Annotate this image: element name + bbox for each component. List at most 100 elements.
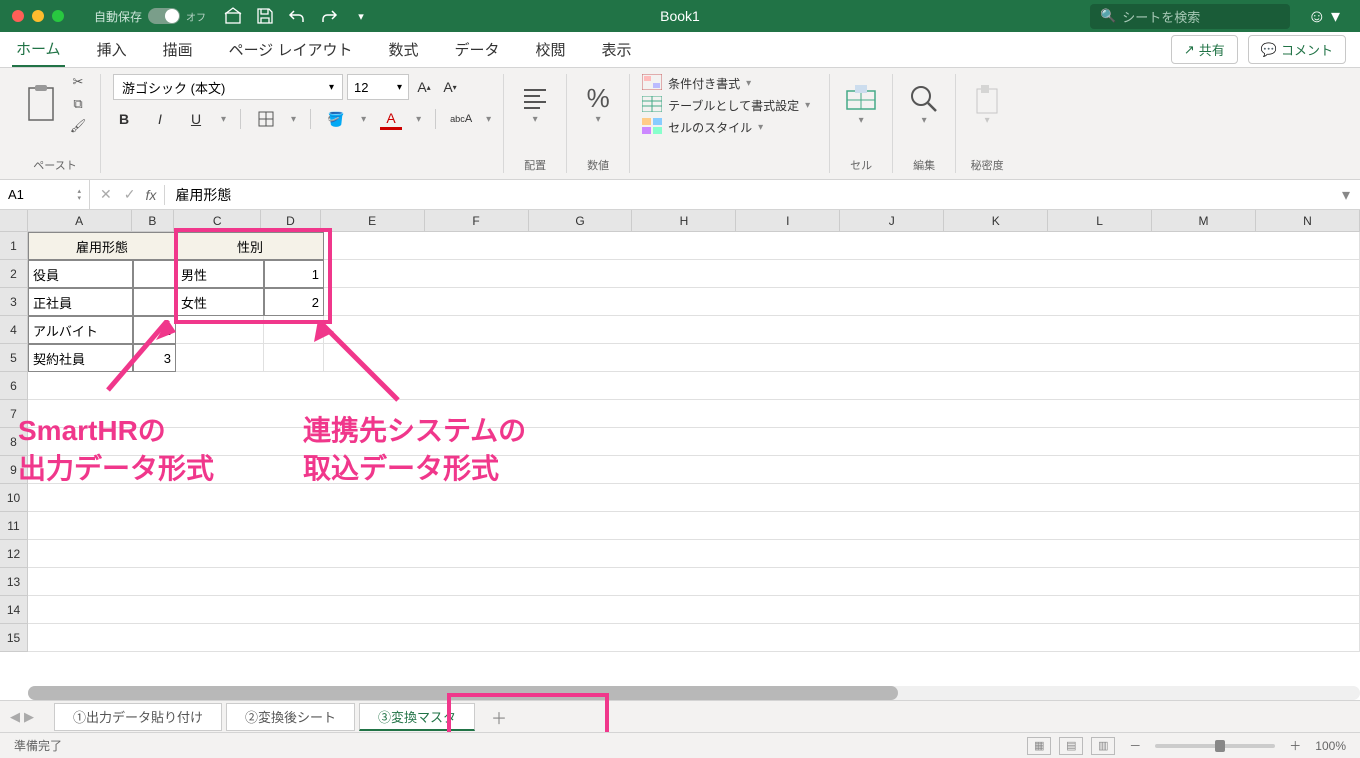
row-header[interactable]: 11	[0, 512, 28, 540]
row-header[interactable]: 8	[0, 428, 28, 456]
tab-layout[interactable]: ページ レイアウト	[225, 33, 357, 66]
spreadsheet-grid[interactable]: A B C D E F G H I J K L M N 1 2 3 4 5 6 …	[0, 210, 1360, 652]
row-header[interactable]: 2	[0, 260, 28, 288]
zoom-out-button[interactable]: －	[1129, 737, 1141, 754]
expand-formula-bar-icon[interactable]: ▾	[1332, 185, 1360, 205]
col-header[interactable]: C	[174, 210, 261, 231]
cell[interactable]	[264, 344, 324, 372]
paste-button[interactable]	[22, 74, 60, 134]
row-header[interactable]: 15	[0, 624, 28, 652]
borders-icon[interactable]	[255, 108, 277, 130]
col-header[interactable]: F	[425, 210, 529, 231]
cell[interactable]: 2	[133, 316, 176, 344]
tab-view[interactable]: 表示	[598, 33, 636, 66]
font-color-icon[interactable]: A	[380, 108, 402, 130]
col-header[interactable]: D	[261, 210, 320, 231]
tab-data[interactable]: データ	[450, 33, 503, 66]
chevron-down-icon[interactable]: ▾	[291, 114, 296, 125]
conditional-format-button[interactable]: 条件付き書式 ▾	[642, 74, 817, 92]
cell[interactable]	[28, 540, 1360, 568]
underline-button[interactable]: U	[185, 108, 207, 130]
minimize-window-icon[interactable]	[32, 10, 44, 22]
editing-button[interactable]: ▾	[905, 74, 943, 134]
alignment-button[interactable]: ▾	[516, 74, 554, 134]
chevron-down-icon[interactable]: ▾	[361, 114, 366, 125]
cell[interactable]	[28, 372, 1360, 400]
cell[interactable]	[28, 624, 1360, 652]
row-header[interactable]: 3	[0, 288, 28, 316]
col-header[interactable]: K	[944, 210, 1048, 231]
cell[interactable]	[28, 456, 1360, 484]
number-format-button[interactable]: % ▾	[579, 74, 617, 134]
row-header[interactable]: 13	[0, 568, 28, 596]
row-header[interactable]: 14	[0, 596, 28, 624]
col-header[interactable]: G	[529, 210, 633, 231]
cell[interactable]	[28, 428, 1360, 456]
chevron-down-icon[interactable]: ▾	[486, 114, 491, 125]
chevron-down-icon[interactable]: ▾	[221, 114, 226, 125]
row-header[interactable]: 6	[0, 372, 28, 400]
cut-icon[interactable]: ✂	[68, 74, 88, 90]
cell[interactable]: 1	[264, 260, 324, 288]
row-header[interactable]: 1	[0, 232, 28, 260]
zoom-level[interactable]: 100%	[1315, 739, 1346, 753]
cell[interactable]	[28, 484, 1360, 512]
col-header[interactable]: A	[28, 210, 132, 231]
row-header[interactable]: 10	[0, 484, 28, 512]
cell[interactable]	[176, 316, 264, 344]
cell[interactable]: アルバイト	[28, 316, 133, 344]
tab-draw[interactable]: 描画	[159, 33, 197, 66]
formula-input[interactable]: 雇用形態	[165, 185, 1332, 205]
zoom-slider[interactable]	[1155, 744, 1275, 748]
font-size-select[interactable]: 12▾	[347, 74, 409, 100]
save-icon[interactable]	[256, 7, 274, 25]
redo-icon[interactable]	[320, 7, 338, 25]
page-layout-view-icon[interactable]: ▤	[1059, 737, 1083, 755]
toggle-icon[interactable]	[148, 8, 180, 24]
cell[interactable]: 2	[264, 288, 324, 316]
cancel-formula-icon[interactable]: ✕	[100, 186, 112, 203]
increase-font-icon[interactable]: A▴	[413, 76, 435, 98]
col-header[interactable]: H	[632, 210, 736, 231]
comment-button[interactable]: 💬コメント	[1248, 35, 1346, 64]
cell[interactable]	[133, 288, 176, 316]
page-break-view-icon[interactable]: ▥	[1091, 737, 1115, 755]
row-header[interactable]: 5	[0, 344, 28, 372]
bold-button[interactable]: B	[113, 108, 135, 130]
row-header[interactable]: 9	[0, 456, 28, 484]
cell[interactable]: 3	[133, 344, 176, 372]
copy-icon[interactable]: ⧉	[68, 96, 88, 112]
col-header[interactable]: I	[736, 210, 840, 231]
col-header[interactable]: N	[1256, 210, 1360, 231]
col-header[interactable]: L	[1048, 210, 1152, 231]
normal-view-icon[interactable]: ▦	[1027, 737, 1051, 755]
cell[interactable]	[324, 260, 1360, 288]
cell[interactable]	[28, 596, 1360, 624]
sheet-next-icon[interactable]: ▶	[24, 709, 34, 725]
cell[interactable]	[176, 344, 264, 372]
decrease-font-icon[interactable]: A▾	[439, 76, 461, 98]
cell[interactable]: 女性	[176, 288, 264, 316]
search-input[interactable]: 🔍 シートを検索	[1090, 4, 1290, 29]
cell[interactable]: 正社員	[28, 288, 133, 316]
name-box[interactable]: A1 ▴▾	[0, 180, 90, 209]
tab-insert[interactable]: 挿入	[93, 33, 131, 66]
sheet-prev-icon[interactable]: ◀	[10, 709, 20, 725]
account-icon[interactable]: ☺ ▾	[1308, 6, 1340, 27]
accept-formula-icon[interactable]: ✓	[124, 186, 136, 203]
tab-formulas[interactable]: 数式	[384, 33, 422, 66]
cell[interactable]	[264, 316, 324, 344]
cell[interactable]	[324, 232, 1360, 260]
undo-icon[interactable]	[288, 7, 306, 25]
row-header[interactable]: 4	[0, 316, 28, 344]
cell[interactable]	[324, 344, 1360, 372]
cell[interactable]: 性別	[176, 232, 324, 260]
sensitivity-button[interactable]: ▾	[968, 74, 1006, 134]
sheet-tab[interactable]: ①出力データ貼り付け	[54, 703, 222, 731]
cell[interactable]	[133, 260, 176, 288]
row-header[interactable]: 7	[0, 400, 28, 428]
chevron-down-icon[interactable]: ▾	[416, 114, 421, 125]
cell[interactable]: 雇用形態	[28, 232, 176, 260]
format-painter-icon[interactable]: 🖌	[68, 118, 88, 134]
format-as-table-button[interactable]: テーブルとして書式設定 ▾	[642, 96, 817, 114]
